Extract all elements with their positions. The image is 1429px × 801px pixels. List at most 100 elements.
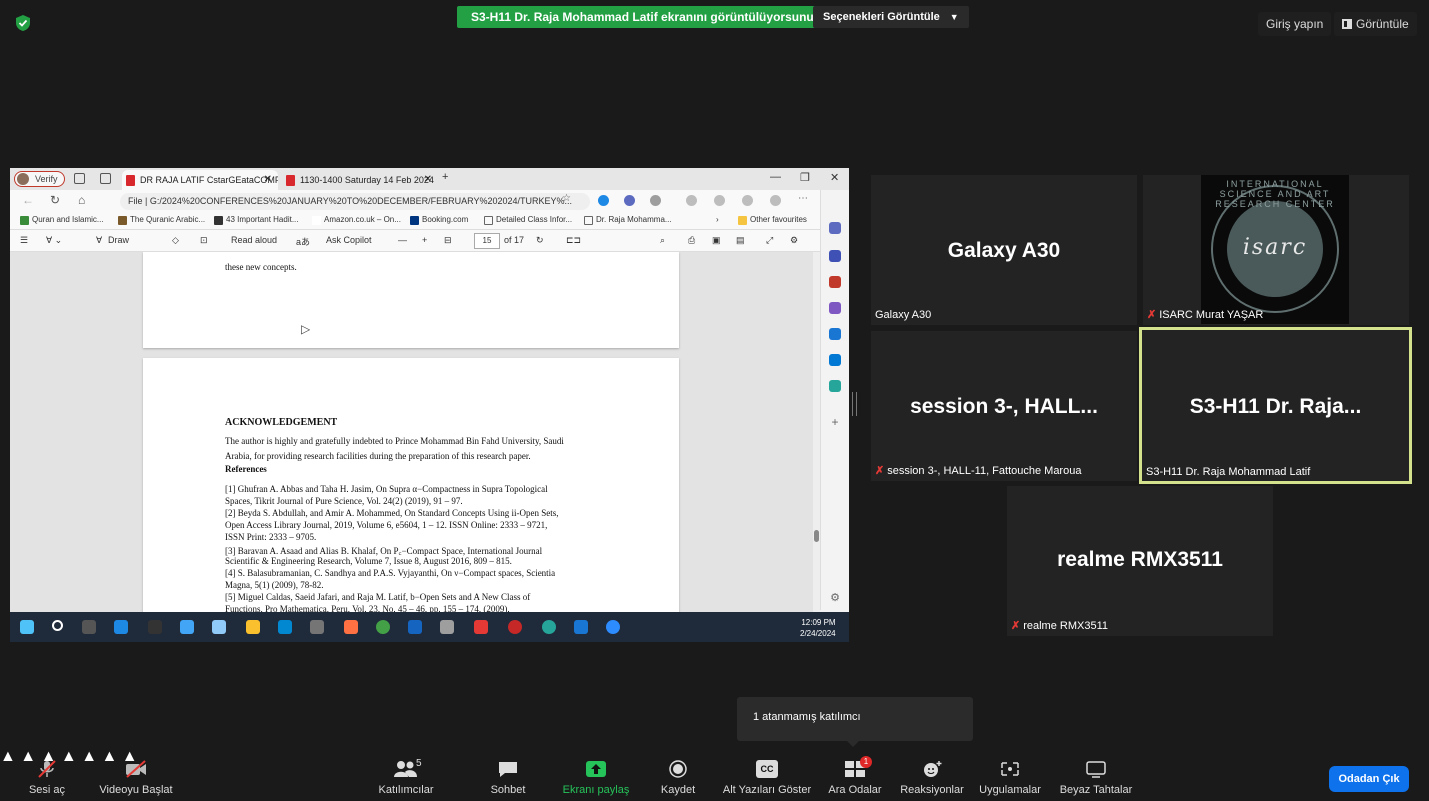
ie-icon [114, 620, 128, 634]
start-video-button[interactable]: Videoyu Başlat [96, 748, 176, 801]
split-screen-icon [686, 195, 697, 206]
ack-line: Arabia, for providing research facilitie… [225, 451, 531, 461]
fav-overflow-icon: › [716, 215, 719, 224]
tab-label: DR RAJA LATIF CstarGEataCOMF [140, 175, 278, 185]
mic-muted-icon: ✗ [875, 465, 885, 477]
reference-line: [2] Beyda S. Abdullah, and Amir A. Moham… [225, 508, 559, 518]
favourite-star-icon: ☆ [562, 193, 571, 204]
reference-line: [5] Miguel Caldas, Saeid Jafari, and Raj… [225, 592, 531, 602]
page-count: of 17 [504, 235, 525, 245]
fit-page-icon: ⊟ [444, 235, 452, 245]
share-screen-icon [586, 761, 606, 777]
video-tile-galaxy[interactable]: Galaxy A30 Galaxy A30 [871, 175, 1137, 325]
pdf-icon [126, 175, 135, 186]
whiteboard-icon [1086, 761, 1106, 778]
sidebar-settings-icon: ⚙ [830, 592, 840, 604]
ack-heading: ACKNOWLEDGEMENT [225, 417, 338, 428]
unmute-label: Sesi aç [28, 784, 66, 796]
clock-date: 2/24/2024 [800, 629, 836, 638]
page-number-field: 15 [474, 233, 500, 249]
fav-label: Detailed Class Infor... [496, 215, 573, 224]
draw-label: Draw [108, 235, 130, 245]
reference-line: ISSN Print: 2333 – 9705. [225, 532, 317, 542]
rotate-icon: ↻ [536, 235, 544, 245]
save-icon: ▣ [712, 235, 721, 245]
participants-button[interactable]: 5 Katılımcılar [376, 748, 436, 801]
mic-off-icon [38, 760, 56, 778]
shared-screen[interactable]: Verify DR RAJA LATIF CstarGEataCOMF ✕ 113… [10, 168, 849, 642]
workspaces-icon [74, 173, 85, 184]
mail-icon [278, 620, 292, 634]
ack-line: The author is highly and gratefully inde… [225, 436, 564, 446]
new-tab-icon: + [442, 171, 449, 183]
fav-label: Booking.com [422, 215, 469, 224]
unmute-button[interactable]: Sesi aç [22, 748, 72, 801]
unassigned-participant-tooltip: 1 atanmamış katılımcı [737, 697, 973, 747]
windows-taskbar: 12:09 PM 2/24/2024 [10, 612, 849, 642]
logo-word: isarc [1242, 235, 1308, 260]
video-tile-session[interactable]: session 3-, HALL... ✗ session 3-, HALL-11… [871, 331, 1137, 481]
video-tile-realme[interactable]: realme RMX3511 ✗ realme RMX3511 [1007, 486, 1273, 636]
audio-options-chevron-icon[interactable]: ▲ [0, 748, 16, 765]
read-aloud-label: Read aloud [231, 235, 278, 245]
sidebar-app-icon [829, 380, 841, 392]
fav-label: Other favourites [750, 215, 807, 224]
browser-address-bar: ← ↻ ⌂ File | G:/2024%20CONFERENCES%20JAN… [10, 190, 849, 212]
folder-icon [738, 216, 747, 225]
tile-name-label: S3-H11 Dr. Raja Mohammad Latif [1146, 466, 1311, 478]
reactions-button[interactable]: Reaksiyonlar [898, 748, 966, 801]
home-icon: ⌂ [78, 193, 86, 207]
highlight-icon: ∀ ⌄ [46, 235, 63, 245]
contents-icon: ☰ [20, 235, 29, 245]
app-icon [148, 620, 162, 634]
tile-display-name: realme RMX3511 [1057, 548, 1223, 571]
breakout-rooms-label: Ara Odalar [828, 784, 882, 796]
app-icon [440, 620, 454, 634]
captions-options-chevron-icon[interactable]: ▲ [81, 748, 97, 765]
signin-button[interactable]: Giriş yapın [1258, 12, 1332, 36]
resize-divider[interactable] [852, 392, 857, 416]
fav-label: Amazon.co.uk – On... [324, 215, 401, 224]
whiteboards-button[interactable]: Beyaz Tahtalar [1058, 748, 1134, 801]
leave-button[interactable]: Odadan Çık [1329, 766, 1409, 792]
sharing-banner: S3-H11 Dr. Raja Mohammad Latif ekranını … [457, 6, 834, 28]
view-options-dropdown[interactable]: Seçenekleri Görüntüle ▼ [813, 6, 969, 28]
fav-label: Dr. Raja Mohamma... [596, 215, 672, 224]
captions-label: Alt Yazıları Göster [722, 784, 812, 796]
participants-label: Katılımcılar [378, 784, 434, 796]
chat-button[interactable]: Sohbet [488, 748, 528, 801]
references-heading: References [225, 464, 267, 474]
tab-label: 1130-1400 Saturday 14 Feb 2024 [300, 175, 434, 185]
sidebar-app-icon [829, 250, 841, 262]
fav-item: Quran and Islamic... [20, 215, 104, 225]
tab-pdf-active: DR RAJA LATIF CstarGEataCOMF ✕ [122, 170, 278, 190]
fav-item: 43 Important Hadit... [214, 215, 298, 225]
encryption-shield-icon[interactable] [14, 14, 32, 32]
tile-display-name: session 3-, HALL... [910, 395, 1098, 418]
reactions-label: Reaksiyonlar [900, 784, 964, 796]
extension-icon [598, 195, 609, 206]
video-tile-isarc[interactable]: INTERNATIONAL SCIENCE AND ART RESEARCH C… [1143, 175, 1409, 325]
zoom-meeting-window: S3-H11 Dr. Raja Mohammad Latif ekranını … [0, 0, 1429, 801]
pdf-viewer: these new concepts. ▷ ACKNOWLEDGEMENT Th… [10, 252, 820, 612]
save-as-icon: ▤ [736, 235, 745, 245]
view-button[interactable]: Görüntüle [1334, 12, 1417, 36]
breakout-rooms-button[interactable]: 1 Ara Odalar [824, 748, 886, 801]
video-tile-raja-active-speaker[interactable]: S3-H11 Dr. Raja... S3-H11 Dr. Raja Moham… [1139, 327, 1412, 484]
search-icon [52, 620, 63, 631]
task-view-icon [82, 620, 96, 634]
record-button[interactable]: Kaydet [658, 748, 698, 801]
favourites-bar: Quran and Islamic... The Quranic Arabic.… [10, 212, 849, 230]
refresh-icon: ↻ [50, 193, 61, 207]
show-captions-button[interactable]: CC Alt Yazıları Göster [720, 748, 814, 801]
amazon-icon [312, 216, 321, 225]
fav-label: The Quranic Arabic... [130, 215, 206, 224]
office-icon [829, 328, 841, 340]
windows-start-icon [20, 620, 34, 634]
apps-button[interactable]: Uygulamalar [976, 748, 1044, 801]
eraser-icon: ◇ [172, 235, 179, 245]
fav-item: Amazon.co.uk – On... [312, 215, 401, 225]
profile-avatar-icon [17, 173, 29, 185]
mic-muted-icon: ✗ [1011, 620, 1021, 632]
share-screen-button[interactable]: Ekranı paylaş [560, 748, 632, 801]
